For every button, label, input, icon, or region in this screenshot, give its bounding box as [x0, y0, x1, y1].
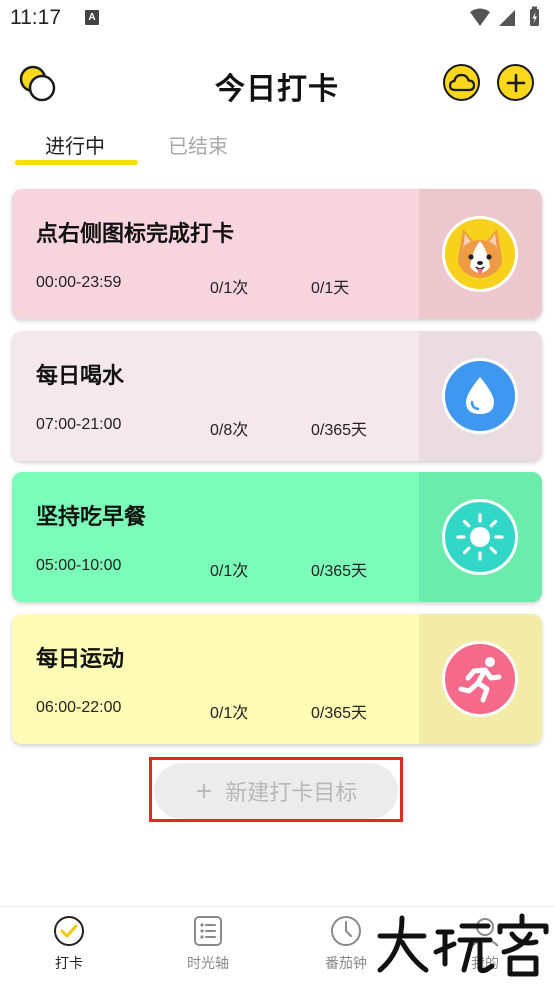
nav-item-checkin[interactable]: 打卡 [14, 907, 124, 984]
plus-icon: + [194, 778, 214, 804]
goal-time-range: 05:00-10:00 [36, 557, 122, 574]
nav-item-timeline[interactable]: 时光轴 [153, 907, 263, 984]
cloud-sync-button[interactable] [443, 64, 480, 101]
goal-checkin-area [419, 472, 542, 602]
goal-count: 0/1次 [210, 705, 249, 722]
app-header: 今日打卡 [0, 58, 554, 108]
goal-card[interactable]: 每日喝水 07:00-21:00 0/8次 0/365天 [12, 331, 542, 461]
sun-icon[interactable] [442, 499, 518, 575]
goal-checkin-area [419, 189, 542, 319]
corgi-dog-icon[interactable] [442, 216, 518, 292]
goal-days: 0/365天 [311, 422, 368, 439]
goal-card[interactable]: 每日运动 06:00-22:00 0/1次 0/365天 [12, 614, 542, 744]
goal-count: 0/8次 [210, 422, 249, 439]
goal-time-range: 07:00-21:00 [36, 416, 122, 433]
dawanke-watermark-icon [377, 913, 549, 977]
goal-count: 0/1次 [210, 280, 249, 297]
running-person-icon[interactable] [442, 641, 518, 717]
goal-count: 0/1次 [210, 563, 249, 580]
signal-wifi-battery-icon [470, 6, 539, 26]
goal-days: 0/1天 [311, 280, 350, 297]
tab-in-progress[interactable]: 进行中 [45, 130, 105, 159]
goal-card[interactable]: 坚持吃早餐 05:00-10:00 0/1次 0/365天 [12, 472, 542, 602]
status-icons [468, 6, 544, 34]
cloud-icon [448, 73, 475, 91]
new-goal-label: 新建打卡目标 [225, 781, 358, 806]
clock-icon [331, 916, 361, 946]
goal-title: 点右侧图标完成打卡 [36, 222, 235, 247]
status-time: 11:17 [10, 6, 61, 29]
plus-icon [506, 73, 525, 92]
tab-ended[interactable]: 已结束 [168, 130, 228, 159]
goal-card[interactable]: 点右侧图标完成打卡 00:00-23:59 0/1次 0/1天 [12, 189, 542, 319]
goal-title: 每日运动 [36, 647, 125, 672]
timeline-list-icon [194, 916, 222, 946]
goal-checkin-area [419, 331, 542, 461]
active-tab-indicator [15, 160, 138, 165]
goal-checkin-area [419, 614, 542, 744]
goal-title: 每日喝水 [36, 364, 125, 389]
checkin-icon [54, 916, 84, 946]
new-goal-button[interactable]: + 新建打卡目标 [154, 763, 398, 819]
status-bar: 11:17 A [0, 0, 554, 36]
water-drop-icon[interactable] [442, 358, 518, 434]
notification-a-icon: A [85, 10, 99, 25]
status-tabs: 进行中 已结束 [0, 126, 554, 170]
goal-days: 0/365天 [311, 563, 368, 580]
goal-time-range: 06:00-22:00 [36, 699, 122, 716]
nav-label-checkin: 打卡 [55, 956, 83, 972]
add-goal-button[interactable] [497, 64, 534, 101]
watermark-logo [372, 912, 552, 980]
nav-label-timeline: 时光轴 [187, 956, 229, 972]
goal-title: 坚持吃早餐 [36, 505, 147, 530]
goal-days: 0/365天 [311, 705, 368, 722]
goal-time-range: 00:00-23:59 [36, 274, 122, 291]
